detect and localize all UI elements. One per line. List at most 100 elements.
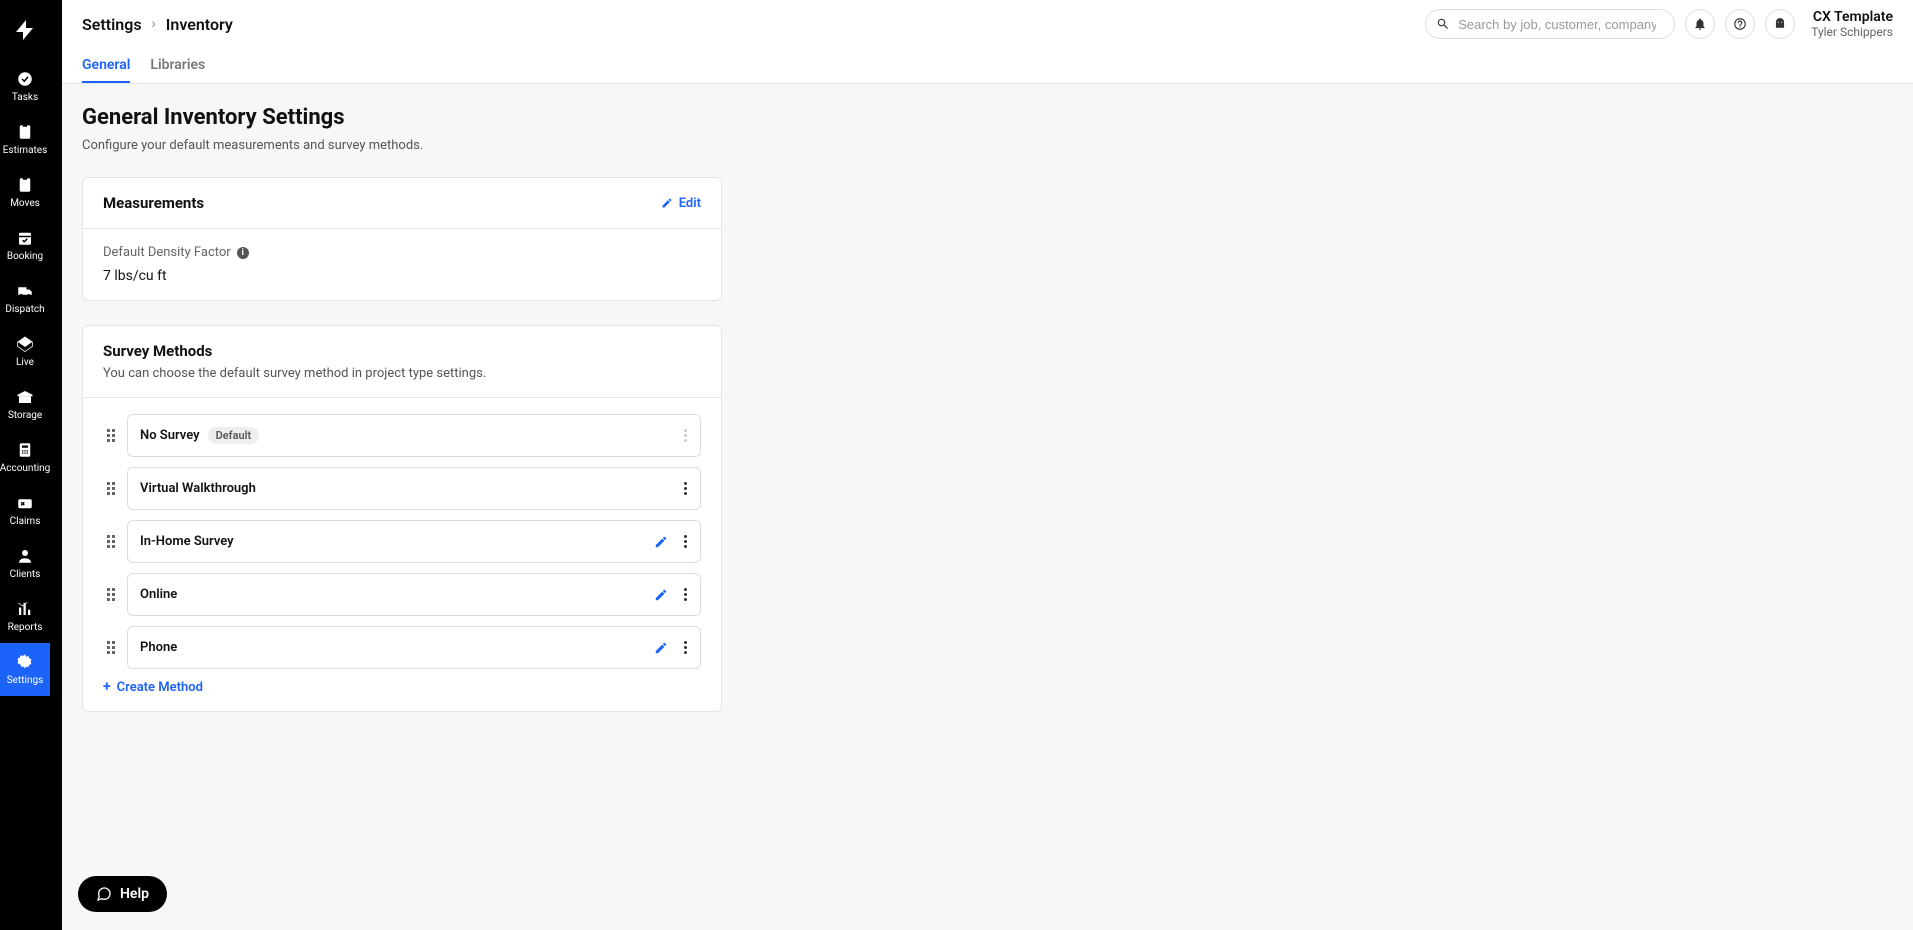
method-menu-button[interactable] <box>680 584 688 605</box>
global-search[interactable] <box>1425 9 1675 39</box>
survey-method-row: Online <box>103 573 701 616</box>
moves-icon <box>16 176 34 194</box>
sidebar-item-accounting[interactable]: Accounting <box>0 431 50 484</box>
drag-handle-icon[interactable] <box>103 534 119 550</box>
sidebar-item-label: Settings <box>7 675 44 686</box>
method-menu-button[interactable] <box>680 637 688 658</box>
user-org: CX Template <box>1813 9 1893 25</box>
sidebar-item-dispatch[interactable]: Dispatch <box>0 272 50 325</box>
survey-method-row: No Survey Default <box>103 414 701 457</box>
sidebar-item-tasks[interactable]: Tasks <box>0 60 50 113</box>
survey-method-row: In-Home Survey <box>103 520 701 563</box>
sidebar-item-label: Clients <box>10 569 41 580</box>
help-button[interactable] <box>1725 9 1755 39</box>
survey-methods-card: Survey Methods You can choose the defaul… <box>82 325 722 712</box>
drag-handle-icon[interactable] <box>103 481 119 497</box>
help-widget[interactable]: Help <box>78 876 167 912</box>
density-factor-value: 7 lbs/cu ft <box>103 268 701 284</box>
sidebar-item-settings[interactable]: Settings <box>0 643 50 696</box>
page-title: General Inventory Settings <box>82 105 1893 130</box>
survey-method-name: Phone <box>140 640 177 655</box>
method-actions <box>654 531 688 552</box>
search-icon <box>1436 17 1450 31</box>
survey-method-item: In-Home Survey <box>127 520 701 563</box>
sidebar-item-estimates[interactable]: Estimates <box>0 113 50 166</box>
method-menu-button <box>680 425 688 446</box>
sidebar-item-label: Moves <box>10 198 40 209</box>
profile-button[interactable] <box>1765 9 1795 39</box>
method-menu-button[interactable] <box>680 531 688 552</box>
drag-handle-icon[interactable] <box>103 640 119 656</box>
edit-method-button[interactable] <box>654 535 668 549</box>
plus-icon: + <box>103 679 111 695</box>
survey-title: Survey Methods <box>103 342 701 360</box>
sidebar-item-live[interactable]: Live <box>0 325 50 378</box>
method-actions <box>654 637 688 658</box>
tab-general[interactable]: General <box>82 49 130 83</box>
breadcrumb: Settings › Inventory <box>82 15 233 34</box>
live-icon <box>16 335 34 353</box>
survey-method-item: Online <box>127 573 701 616</box>
accounting-icon <box>16 441 34 459</box>
sidebar-item-label: Claims <box>10 516 41 527</box>
survey-method-row: Virtual Walkthrough <box>103 467 701 510</box>
sidebar-item-label: Dispatch <box>5 304 44 315</box>
measurements-card: Measurements Edit Default Density Factor… <box>82 177 722 301</box>
survey-method-list: No Survey Default Virtual Walkthrough In-Ho… <box>83 398 721 711</box>
method-actions <box>654 584 688 605</box>
sidebar-item-reports[interactable]: Reports <box>0 590 50 643</box>
user-menu[interactable]: CX Template Tyler Schippers <box>1811 9 1893 39</box>
sidebar-item-label: Tasks <box>12 92 38 103</box>
create-method-button[interactable]: +Create Method <box>103 679 701 695</box>
claims-icon <box>16 494 34 512</box>
sidebar-item-label: Accounting <box>0 463 50 474</box>
notifications-button[interactable] <box>1685 9 1715 39</box>
sidebar-item-claims[interactable]: Claims <box>0 484 50 537</box>
tabs: General Libraries <box>62 48 1913 84</box>
tasks-icon <box>16 70 34 88</box>
method-menu-button[interactable] <box>680 478 688 499</box>
default-badge: Default <box>208 427 260 444</box>
breadcrumb-current: Inventory <box>166 15 233 34</box>
sidebar-item-booking[interactable]: Booking <box>0 219 50 272</box>
settings-icon <box>16 653 34 671</box>
survey-method-name: In-Home Survey <box>140 534 234 549</box>
info-icon[interactable]: i <box>237 247 249 259</box>
sidebar: Tasks Estimates Moves Booking Dispatch Live St… <box>0 0 50 930</box>
drag-handle-icon[interactable] <box>103 428 119 444</box>
reports-icon <box>16 600 34 618</box>
drag-handle-icon[interactable] <box>103 587 119 603</box>
method-actions <box>680 478 688 499</box>
clients-icon <box>16 547 34 565</box>
ghost-icon <box>1773 17 1787 31</box>
sidebar-item-clients[interactable]: Clients <box>0 537 50 590</box>
survey-method-name: No Survey <box>140 428 200 443</box>
main-content: General Inventory Settings Configure you… <box>0 0 1913 930</box>
question-icon <box>1733 17 1747 31</box>
measurements-title: Measurements <box>103 194 661 212</box>
survey-method-item: No Survey Default <box>127 414 701 457</box>
breadcrumb-root[interactable]: Settings <box>82 15 142 34</box>
sidebar-item-label: Live <box>16 357 34 368</box>
chevron-right-icon: › <box>152 16 156 32</box>
app-logo[interactable] <box>0 0 50 60</box>
sidebar-nav: Tasks Estimates Moves Booking Dispatch Live St… <box>0 60 50 930</box>
user-name: Tyler Schippers <box>1811 25 1893 39</box>
survey-method-item: Phone <box>127 626 701 669</box>
pencil-icon <box>661 197 673 209</box>
edit-measurements-button[interactable]: Edit <box>661 196 701 211</box>
survey-method-item: Virtual Walkthrough <box>127 467 701 510</box>
sidebar-item-storage[interactable]: Storage <box>0 378 50 431</box>
search-input[interactable] <box>1450 17 1664 32</box>
storage-icon <box>16 388 34 406</box>
tab-libraries[interactable]: Libraries <box>150 49 205 83</box>
header: Settings › Inventory CX Template Tyler S… <box>62 0 1913 48</box>
page-description: Configure your default measurements and … <box>82 138 1893 153</box>
dispatch-icon <box>16 282 34 300</box>
survey-subtitle: You can choose the default survey method… <box>103 366 701 381</box>
edit-method-button[interactable] <box>654 588 668 602</box>
sidebar-scroll-gutter <box>50 0 62 930</box>
sidebar-item-moves[interactable]: Moves <box>0 166 50 219</box>
edit-method-button[interactable] <box>654 641 668 655</box>
chat-icon <box>96 886 112 902</box>
